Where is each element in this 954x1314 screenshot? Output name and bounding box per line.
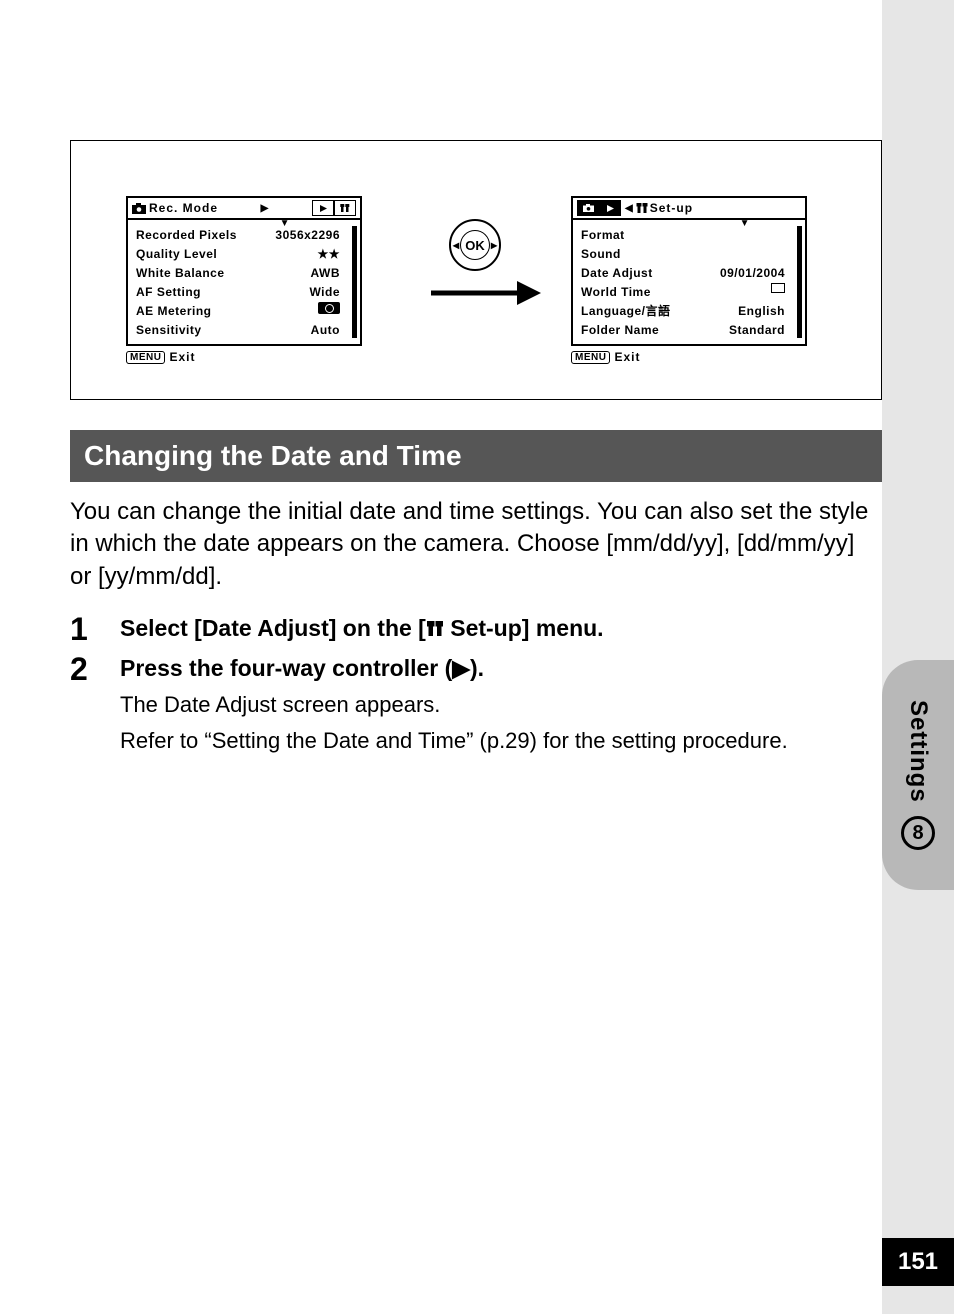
exit-label: Exit xyxy=(169,350,195,364)
menu-chip: MENU xyxy=(571,351,610,364)
step-subtext: Refer to “Setting the Date and Time” (p.… xyxy=(120,726,882,756)
intro-paragraph: You can change the initial date and time… xyxy=(70,496,882,593)
setup-footer: MENU Exit xyxy=(571,350,807,364)
rec-mode-title: Rec. Mode xyxy=(149,201,218,215)
scroll-down-icon: ▼ xyxy=(740,219,750,229)
controller-left-icon: ◂ xyxy=(453,238,459,252)
exit-label: Exit xyxy=(614,350,640,364)
setup-title: Set-up xyxy=(650,201,693,215)
setup-body: ▼ Format Sound Date Adjust09/01/2004 Wor… xyxy=(573,218,805,344)
list-item: World Time xyxy=(581,283,797,302)
controller-right-icon: ▸ xyxy=(491,238,497,252)
setup-tab-icon xyxy=(636,203,648,214)
list-item: Format xyxy=(581,226,797,245)
list-item: Date Adjust09/01/2004 xyxy=(581,264,797,283)
step-subtext: The Date Adjust screen appears. xyxy=(120,690,882,720)
section-heading: Changing the Date and Time xyxy=(70,430,882,482)
rec-mode-screen: Rec. Mode ▶ ▼ Recorded Pixels3056x2296 Q… xyxy=(126,196,362,374)
step-number: 1 xyxy=(70,613,98,645)
step-title: Select [Date Adjust] on the [ Set-up] me… xyxy=(120,613,882,644)
list-item: Sound xyxy=(581,245,797,264)
scrollbar xyxy=(797,226,802,338)
scrollbar xyxy=(352,226,357,338)
list-item: Language/言語English xyxy=(581,302,797,321)
setup-headbar: ◀ Set-up xyxy=(573,198,805,218)
side-gutter: Settings 8 xyxy=(882,0,954,1314)
page-number: 151 xyxy=(882,1238,954,1286)
camera-tab-icon xyxy=(577,200,599,216)
rec-mode-headbar: Rec. Mode ▶ xyxy=(128,198,360,218)
section-number: 8 xyxy=(901,816,935,850)
section-tab: Settings 8 xyxy=(882,660,954,890)
metering-icon xyxy=(318,302,340,314)
world-time-checkbox xyxy=(771,283,785,293)
rec-mode-footer: MENU Exit xyxy=(126,350,362,364)
play-tab-icon xyxy=(312,200,334,216)
content-area: Rec. Mode ▶ ▼ Recorded Pixels3056x2296 Q… xyxy=(70,140,882,764)
step-item: 1 Select [Date Adjust] on the [ Set-up] … xyxy=(70,613,882,645)
camera-icon xyxy=(132,203,146,214)
step-title: Press the four-way controller (▶). xyxy=(120,653,882,684)
list-item: Quality Level★★ xyxy=(136,245,352,264)
section-label: Settings xyxy=(904,700,932,803)
steps-list: 1 Select [Date Adjust] on the [ Set-up] … xyxy=(70,613,882,755)
list-item: White BalanceAWB xyxy=(136,264,352,283)
list-item: AF SettingWide xyxy=(136,283,352,302)
step-number: 2 xyxy=(70,653,98,685)
scroll-down-icon: ▼ xyxy=(280,219,290,229)
arrow-right-icon xyxy=(431,281,541,305)
setup-screen: ◀ Set-up ▼ Format Sound Date Adjust09/01… xyxy=(571,196,807,374)
play-tab-icon xyxy=(599,200,621,216)
ok-controller: OK ◂ ▸ xyxy=(449,219,501,271)
list-item: Recorded Pixels3056x2296 xyxy=(136,226,352,245)
menu-chip: MENU xyxy=(126,351,165,364)
rec-mode-body: ▼ Recorded Pixels3056x2296 Quality Level… xyxy=(128,218,360,344)
step-item: 2 Press the four-way controller (▶). The… xyxy=(70,653,882,755)
figure-box: Rec. Mode ▶ ▼ Recorded Pixels3056x2296 Q… xyxy=(70,140,882,400)
page: Settings 8 151 Rec. Mode ▶ xyxy=(0,0,954,1314)
list-item: Folder NameStandard xyxy=(581,321,797,340)
list-item: AE Metering xyxy=(136,302,352,321)
setup-icon xyxy=(426,620,444,638)
setup-tab-icon xyxy=(334,200,356,216)
list-item: SensitivityAuto xyxy=(136,321,352,340)
